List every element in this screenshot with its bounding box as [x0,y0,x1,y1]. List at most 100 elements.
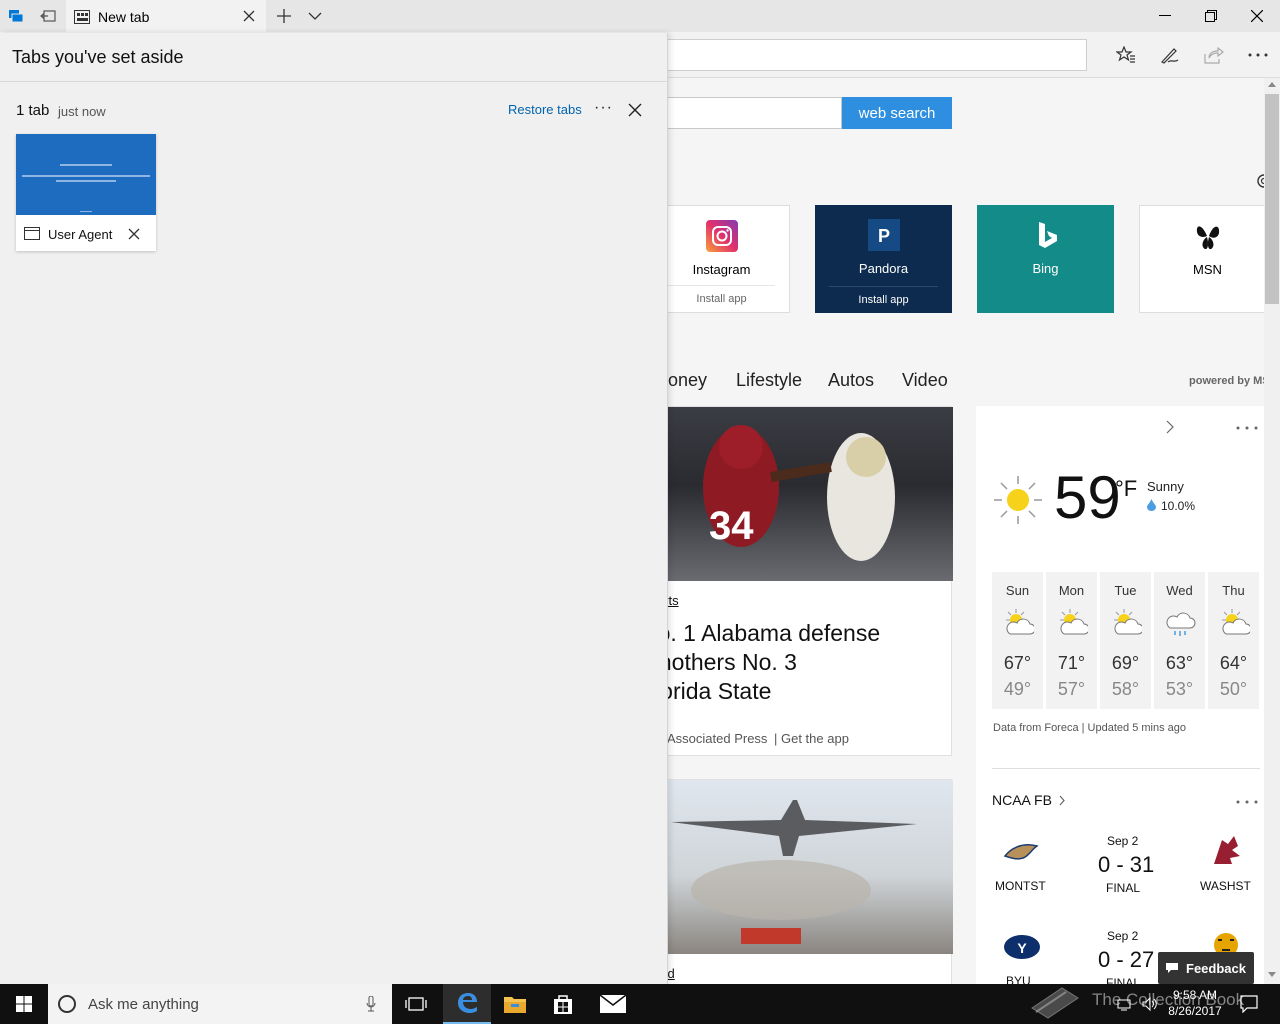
partly-sunny-icon [1056,608,1088,636]
system-clock[interactable]: 9:58 AM 8/26/2017 [1160,984,1230,1024]
more-actions-button[interactable] [1240,39,1276,71]
group-more-button[interactable]: ··· [594,99,613,117]
game-status: FINAL [1106,881,1141,895]
nav-money[interactable]: oney [668,370,707,391]
microphone-icon[interactable] [366,996,376,1012]
news-headline[interactable]: No. 1 Alabama defense smothers No. 3 Flo… [641,619,880,706]
nav-autos[interactable]: Autos [828,370,874,391]
scroll-up-icon[interactable] [1268,82,1276,87]
install-app-link[interactable]: Install app [668,285,775,312]
more-icon[interactable] [1236,800,1258,804]
close-icon [1251,10,1263,22]
get-the-app-link[interactable]: | Get the app [774,731,849,746]
restore-window-icon [1205,10,1217,22]
high-temp: 67° [1003,653,1032,673]
new-tab-page-icon [74,9,90,24]
nav-lifestyle[interactable]: Lifestyle [736,370,802,391]
forecast-day[interactable]: Sun 67° 49° [992,572,1043,709]
active-tab[interactable]: New tab [66,0,266,33]
set-aside-tabs-button[interactable] [32,0,64,32]
close-tab-icon[interactable] [242,9,256,23]
close-window-button[interactable] [1234,0,1280,32]
install-app-link[interactable]: Install app [829,286,938,313]
cortana-search-box[interactable]: Ask me anything [48,984,392,1024]
divider [992,768,1260,769]
taskbar-mail[interactable] [589,984,637,1024]
svg-text:Y: Y [1017,940,1027,956]
tile-msn[interactable]: MSN [1139,205,1276,313]
set-aside-tab-card[interactable]: User Agent [16,134,156,251]
taskbar-store[interactable] [539,984,587,1024]
forecast-day[interactable]: Mon 71° 57° [1046,572,1097,709]
feedback-button[interactable]: Feedback [1158,952,1254,984]
taskbar-edge[interactable] [443,984,491,1024]
game-date: Sep 2 [1107,929,1139,943]
partly-sunny-icon [1218,608,1250,636]
scrollbar-thumb[interactable] [1265,94,1279,304]
address-bar[interactable] [640,39,1087,71]
restore-tabs-link[interactable]: Restore tabs [508,102,582,117]
forecast-day[interactable]: Wed 63° 53° [1154,572,1205,709]
day-name: Tue [1114,583,1137,598]
game-score: 0 - 31 [1098,852,1155,877]
group-tab-count: 1 tab [16,102,50,119]
tile-pandora[interactable]: P Pandora Install app [815,205,952,313]
restore-button[interactable] [1188,0,1234,32]
task-view-button[interactable] [392,984,440,1024]
plus-icon [277,9,291,23]
headline-line: smothers No. 3 [641,649,797,675]
sun-icon [992,474,1044,526]
remove-tab-icon[interactable] [128,228,140,240]
web-search-button[interactable]: web search [842,97,952,129]
close-group-icon[interactable] [628,103,642,117]
partly-sunny-icon [1002,608,1034,636]
scores-title[interactable]: NCAA FB [992,792,1052,808]
minimize-button[interactable] [1142,0,1188,32]
feedback-icon [1166,963,1178,973]
taskbar-file-explorer[interactable] [491,984,539,1024]
tabs-aside-icon [8,8,24,24]
search-input[interactable] [640,97,842,129]
favorites-button[interactable] [1108,39,1144,71]
volume-icon[interactable] [1142,996,1158,1012]
tile-instagram[interactable]: Instagram Install app [653,205,790,313]
high-temp: 63° [1165,653,1194,673]
day-name: Sun [1005,583,1030,598]
more-icon[interactable] [1236,426,1258,430]
forecast-day[interactable]: Tue 69° 58° [1100,572,1151,709]
share-button[interactable] [1196,39,1232,71]
pandora-icon: P [867,219,900,251]
away-team: MONTST [995,879,1046,893]
chevron-right-icon[interactable] [1166,420,1174,434]
forecast-day[interactable]: Thu 64° 50° [1208,572,1259,709]
news-card[interactable]: 34 Sports No. 1 Alabama defense smothers… [640,406,953,756]
news-source[interactable]: Associated Press [667,731,767,746]
tile-bing[interactable]: Bing [977,205,1114,313]
action-center-icon[interactable] [1240,995,1258,1013]
instagram-icon [705,220,738,252]
tabs-aside-button[interactable] [0,0,32,32]
panel-title: Tabs you've set aside [12,47,184,67]
network-icon[interactable] [1116,996,1132,1012]
temperature-unit[interactable]: °F [1115,476,1137,502]
low-temp: 49° [1003,679,1032,699]
vertical-scrollbar[interactable] [1264,78,1280,984]
set-aside-icon [40,9,56,23]
low-temp: 53° [1165,679,1194,699]
tabs-aside-panel: Tabs you've set aside 1 tab just now Res… [0,33,668,984]
tab-preview-button[interactable] [300,0,330,32]
scroll-down-icon[interactable] [1268,972,1276,977]
panel-header: Tabs you've set aside [0,33,667,82]
news-image-football: 34 [641,407,953,581]
web-note-button[interactable] [1152,39,1188,71]
weather-card[interactable]: 59 °F Sunny 10.0% Sun 67° 49° Mon 71° 57… [976,406,1264,984]
headline-line: Florida State [641,678,772,704]
high-temp: 71° [1057,653,1086,673]
more-icon [1248,53,1268,57]
chevron-right-icon[interactable] [1059,795,1065,806]
start-button[interactable] [0,984,48,1024]
edge-icon [455,991,479,1015]
news-card[interactable]: World [640,779,953,984]
new-tab-button[interactable] [268,0,300,32]
nav-video[interactable]: Video [902,370,948,391]
